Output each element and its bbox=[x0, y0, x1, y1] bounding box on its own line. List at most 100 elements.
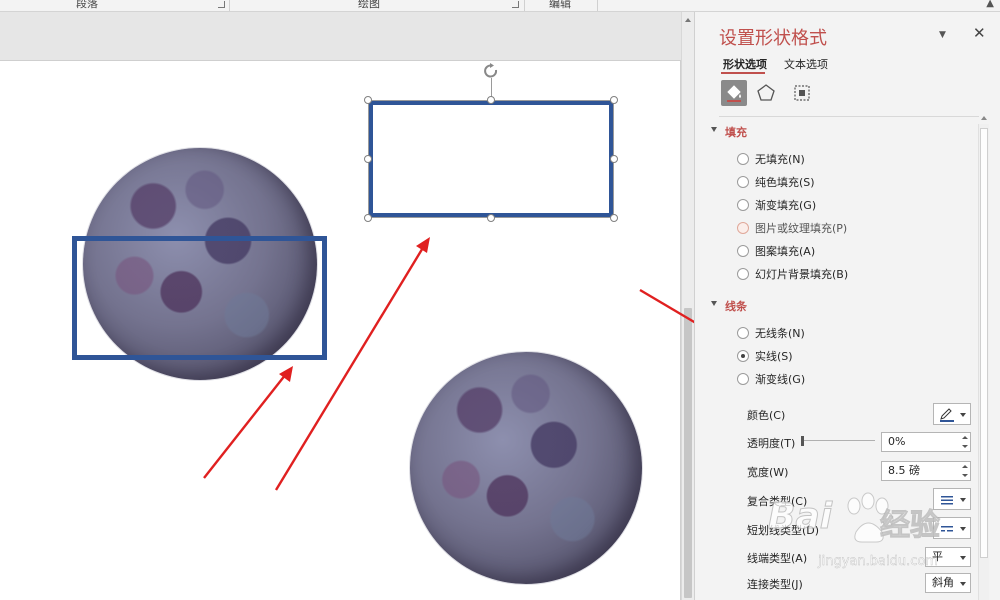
drawing-launcher-icon[interactable] bbox=[512, 1, 519, 8]
join-type-select[interactable]: 斜角 bbox=[925, 573, 971, 593]
line-option-solid[interactable]: 实线(S) bbox=[737, 348, 793, 364]
pane-scrollbar[interactable] bbox=[978, 116, 989, 600]
ribbon-divider bbox=[229, 0, 230, 11]
close-icon[interactable]: ✕ bbox=[973, 24, 986, 42]
spin-down-icon[interactable] bbox=[962, 474, 968, 477]
fill-heading: 填充 bbox=[725, 126, 747, 139]
resize-handle-top-left[interactable] bbox=[364, 96, 372, 104]
collapse-triangle-icon bbox=[711, 301, 717, 306]
active-tab-indicator bbox=[721, 72, 765, 74]
size-properties-icon[interactable] bbox=[789, 80, 815, 106]
radio-label: 渐变填充(G) bbox=[755, 199, 817, 212]
ribbon-divider bbox=[597, 0, 598, 11]
line-heading: 线条 bbox=[725, 300, 747, 313]
fill-option-pattern[interactable]: 图案填充(A) bbox=[737, 243, 815, 259]
compound-type-label: 复合类型(C) bbox=[747, 495, 808, 508]
canvas-scrollbar[interactable] bbox=[681, 12, 694, 600]
radio-label: 实线(S) bbox=[755, 350, 793, 363]
selection-frame bbox=[368, 100, 614, 218]
radio-button-selected[interactable] bbox=[737, 350, 749, 362]
line-section-header[interactable]: 线条 bbox=[711, 298, 747, 314]
ribbon-divider bbox=[524, 0, 525, 11]
fill-option-gradient[interactable]: 渐变填充(G) bbox=[737, 197, 816, 213]
pentagon-icon[interactable] bbox=[753, 80, 779, 106]
radio-button[interactable] bbox=[737, 373, 749, 385]
chevron-down-icon bbox=[960, 527, 966, 531]
transparency-slider-track[interactable] bbox=[803, 440, 875, 441]
resize-handle-bottom-right[interactable] bbox=[610, 214, 618, 222]
scroll-up-icon[interactable] bbox=[685, 18, 691, 22]
radio-label: 无填充(N) bbox=[755, 153, 805, 166]
width-value: 8.5 磅 bbox=[888, 464, 920, 477]
radio-button[interactable] bbox=[737, 245, 749, 257]
fill-line-icon[interactable] bbox=[721, 80, 747, 106]
line-option-gradient[interactable]: 渐变线(G) bbox=[737, 371, 805, 387]
radio-label: 图案填充(A) bbox=[755, 245, 816, 258]
width-label: 宽度(W) bbox=[747, 466, 789, 479]
chevron-down-icon bbox=[960, 413, 966, 417]
paragraph-launcher-icon[interactable] bbox=[218, 1, 225, 8]
ribbon-group-paragraph: 段落 bbox=[76, 0, 98, 10]
radio-label: 无线条(N) bbox=[755, 327, 805, 340]
join-type-label: 连接类型(J) bbox=[747, 578, 803, 591]
scroll-thumb[interactable] bbox=[684, 308, 692, 598]
resize-handle-left[interactable] bbox=[364, 155, 372, 163]
resize-handle-top[interactable] bbox=[487, 96, 495, 104]
width-input[interactable]: 8.5 磅 bbox=[881, 461, 971, 481]
cap-type-value: 平 bbox=[932, 550, 943, 563]
pane-title: 设置形状格式 bbox=[719, 28, 827, 49]
line-option-none[interactable]: 无线条(N) bbox=[737, 325, 805, 341]
resize-handle-top-right[interactable] bbox=[610, 96, 618, 104]
moon-image-right[interactable] bbox=[410, 352, 642, 584]
radio-button[interactable] bbox=[737, 176, 749, 188]
spin-down-icon[interactable] bbox=[962, 445, 968, 448]
format-shape-pane: 设置形状格式 ▼ ✕ 形状选项 文本选项 填充 无填充(N) 纯色填充(S) 渐… bbox=[694, 12, 1000, 600]
pane-options-icon[interactable]: ▼ bbox=[939, 30, 946, 40]
transparency-label: 透明度(T) bbox=[747, 437, 796, 450]
line-color-picker[interactable] bbox=[933, 403, 971, 425]
dash-lines-icon bbox=[941, 526, 953, 532]
radio-button[interactable] bbox=[737, 268, 749, 280]
radio-label: 幻灯片背景填充(B) bbox=[755, 268, 849, 281]
dash-type-label: 短划线类型(D) bbox=[747, 524, 820, 537]
resize-handle-right[interactable] bbox=[610, 155, 618, 163]
resize-handle-bottom[interactable] bbox=[487, 214, 495, 222]
ribbon-group-drawing: 绘图 bbox=[358, 0, 380, 10]
join-type-value: 斜角 bbox=[932, 576, 954, 589]
transparency-value: 0% bbox=[888, 435, 906, 448]
pen-color-icon bbox=[940, 408, 954, 422]
fill-option-picture[interactable]: 图片或纹理填充(P) bbox=[737, 220, 847, 236]
radio-button[interactable] bbox=[737, 222, 749, 234]
tab-text-options[interactable]: 文本选项 bbox=[784, 56, 828, 72]
radio-label: 图片或纹理填充(P) bbox=[755, 222, 848, 235]
chevron-down-icon bbox=[960, 582, 966, 586]
radio-button[interactable] bbox=[737, 327, 749, 339]
color-label: 颜色(C) bbox=[747, 409, 786, 422]
fill-section-header[interactable]: 填充 bbox=[711, 124, 747, 140]
spin-up-icon[interactable] bbox=[962, 465, 968, 468]
fill-option-none[interactable]: 无填充(N) bbox=[737, 151, 805, 167]
dash-type-dropdown[interactable] bbox=[933, 517, 971, 539]
radio-button[interactable] bbox=[737, 199, 749, 211]
tab-shape-options[interactable]: 形状选项 bbox=[723, 56, 767, 72]
transparency-slider-thumb[interactable] bbox=[801, 436, 804, 446]
resize-handle-bottom-left[interactable] bbox=[364, 214, 372, 222]
fill-option-solid[interactable]: 纯色填充(S) bbox=[737, 174, 815, 190]
rotate-handle-icon[interactable] bbox=[482, 62, 500, 80]
spin-up-icon[interactable] bbox=[962, 436, 968, 439]
radio-label: 纯色填充(S) bbox=[755, 176, 815, 189]
fill-option-slide-background[interactable]: 幻灯片背景填充(B) bbox=[737, 266, 848, 282]
compound-lines-icon bbox=[941, 496, 953, 505]
scroll-up-icon[interactable] bbox=[981, 116, 987, 120]
radio-button[interactable] bbox=[737, 153, 749, 165]
pane-scroll-thumb[interactable] bbox=[980, 128, 988, 558]
chevron-down-icon bbox=[960, 556, 966, 560]
compound-type-dropdown[interactable] bbox=[933, 488, 971, 510]
rectangle-shape-on-moon[interactable] bbox=[72, 236, 327, 360]
cap-type-select[interactable]: 平 bbox=[925, 547, 971, 567]
collapse-ribbon-icon[interactable]: ▲ bbox=[986, 0, 994, 9]
ribbon-strip: 段落 绘图 编辑 ▲ bbox=[0, 0, 1000, 12]
radio-label: 渐变线(G) bbox=[755, 373, 806, 386]
transparency-input[interactable]: 0% bbox=[881, 432, 971, 452]
chevron-down-icon bbox=[960, 498, 966, 502]
